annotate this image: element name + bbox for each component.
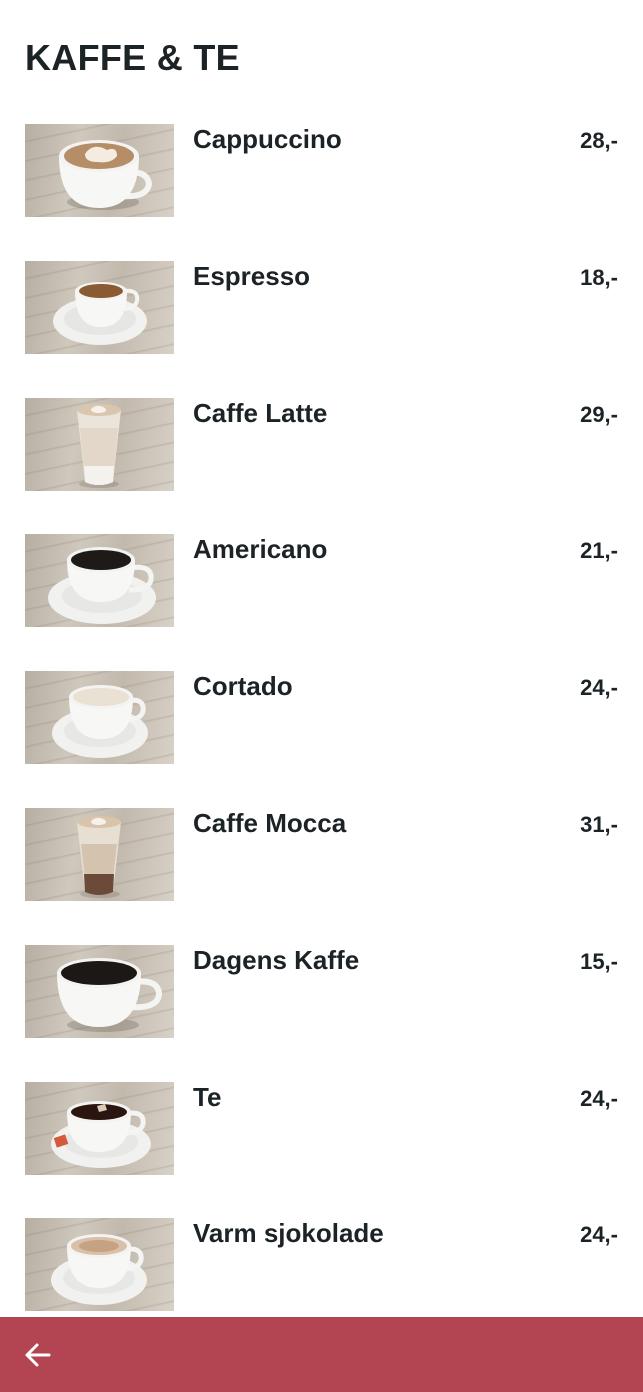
caffe-latte-image	[25, 397, 174, 491]
espresso-image	[25, 260, 174, 354]
page-title: KAFFE & TE	[25, 37, 240, 78]
menu-item-americano[interactable]: Americano 21,-	[0, 534, 643, 671]
item-name: Cortado	[193, 671, 293, 702]
item-price: 24,-	[580, 1085, 618, 1111]
item-name: Cappuccino	[193, 124, 342, 154]
menu-item-te[interactable]: Te 24,-	[0, 1081, 643, 1219]
menu-item-espresso[interactable]: Espresso 18,-	[0, 260, 643, 398]
item-name: Caffe Latte	[193, 397, 328, 428]
menu-item-caffe-mocca[interactable]: Caffe Mocca 31,-	[0, 807, 643, 945]
item-price: 24,-	[580, 675, 618, 701]
menu-item-cortado[interactable]: Cortado 24,-	[0, 671, 643, 808]
item-price: 28,-	[580, 128, 618, 153]
item-name: Varm sjokolade	[193, 1218, 384, 1249]
menu-item-cappuccino[interactable]: Cappuccino 28,-	[0, 124, 643, 261]
item-name: Caffe Mocca	[193, 807, 347, 838]
menu-item-dagens-kaffe[interactable]: Dagens Kaffe 15,-	[0, 944, 643, 1082]
item-name: Americano	[193, 534, 328, 565]
americano-image	[25, 534, 174, 628]
item-name: Te	[193, 1081, 222, 1112]
arrow-left-icon	[25, 1343, 51, 1367]
cortado-image	[25, 671, 174, 765]
item-price: 18,-	[580, 264, 618, 290]
te-image	[25, 1081, 174, 1175]
menu-item-caffe-latte[interactable]: Caffe Latte 29,-	[0, 397, 643, 535]
bottom-navigation-bar	[0, 1317, 643, 1392]
item-price: 31,-	[580, 811, 618, 837]
item-name: Espresso	[193, 260, 311, 291]
varm-sjokolade-image	[25, 1218, 174, 1312]
item-price: 15,-	[580, 948, 618, 974]
menu-list: Cappuccino 28,- Espresso 18,- Caffe Latt…	[0, 124, 643, 1355]
item-price: 29,-	[580, 401, 618, 427]
item-price: 24,-	[580, 1222, 618, 1248]
back-button[interactable]	[14, 1331, 62, 1379]
dagens-kaffe-image	[25, 944, 174, 1038]
item-name: Dagens Kaffe	[193, 944, 360, 975]
caffe-mocca-image	[25, 807, 174, 901]
item-price: 21,-	[580, 538, 618, 564]
cappuccino-image	[25, 124, 174, 217]
